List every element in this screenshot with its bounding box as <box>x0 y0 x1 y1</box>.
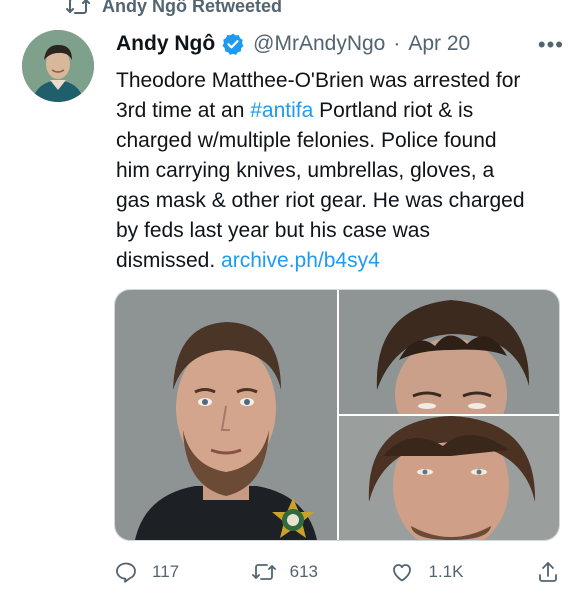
tweet-text-line: him carrying knives, umbrellas, gloves, … <box>116 159 495 182</box>
author-handle[interactable]: @MrAndyNgo <box>253 32 385 56</box>
hashtag-link[interactable]: #antifa <box>250 99 313 122</box>
verified-badge-icon <box>222 33 244 55</box>
mugshot-front[interactable] <box>115 290 337 540</box>
heart-icon <box>393 564 412 582</box>
tweet-text-line: dismissed. archive.ph/b4sy4 <box>116 249 380 272</box>
retweet-count: 613 <box>289 562 318 581</box>
reply-icon <box>116 562 136 583</box>
tweet-header: Andy Ngô @MrAndyNgo · Apr 20 <box>116 32 470 56</box>
retweet-button[interactable]: 613 <box>251 560 318 584</box>
tweet-text-line: by feds last year but his case was <box>116 219 430 242</box>
tweet-text-line: 3rd time at an #antifa Portland riot & i… <box>116 99 474 122</box>
more-icon: ••• <box>537 32 564 57</box>
retweeted-by-text: Andy Ngô Retweeted <box>102 0 283 16</box>
mugshot-photo <box>339 416 559 540</box>
retweet-icon <box>66 0 90 14</box>
tweet-text-line: Theodore Matthee-O'Brien was arrested fo… <box>116 69 521 92</box>
reply-button[interactable]: 117 <box>114 560 179 584</box>
like-count: 1.1K <box>428 562 464 581</box>
more-options-button[interactable]: ••• <box>538 32 564 58</box>
tweet-date[interactable]: Apr 20 <box>408 32 470 56</box>
like-button[interactable]: 1.1K <box>390 560 463 584</box>
retweeted-by-bar[interactable]: Andy Ngô Retweeted <box>66 0 282 18</box>
tweet-actions: 117 613 1.1K <box>114 560 564 584</box>
avatar[interactable] <box>22 30 94 102</box>
share-button[interactable] <box>536 560 560 584</box>
mugshot-photo <box>339 290 559 414</box>
retweet-icon <box>251 564 276 580</box>
tweet-text: Theodore Matthee-O'Brien was arrested fo… <box>116 66 564 276</box>
tweet-text-line: charged w/multiple felonies. Police foun… <box>116 129 497 152</box>
reply-count: 117 <box>152 562 180 581</box>
avatar-image <box>22 30 94 102</box>
mugshot-bottom-right[interactable] <box>339 416 559 540</box>
share-icon <box>539 562 557 582</box>
tweet-text-line: gas mask & other riot gear. He was charg… <box>116 189 525 212</box>
archive-link[interactable]: archive.ph/b4sy4 <box>221 249 380 272</box>
media-grid <box>114 289 560 541</box>
author-name[interactable]: Andy Ngô <box>116 32 215 56</box>
mugshot-photo <box>115 290 337 540</box>
header-separator: · <box>393 32 401 55</box>
mugshot-top-right[interactable] <box>339 290 559 414</box>
